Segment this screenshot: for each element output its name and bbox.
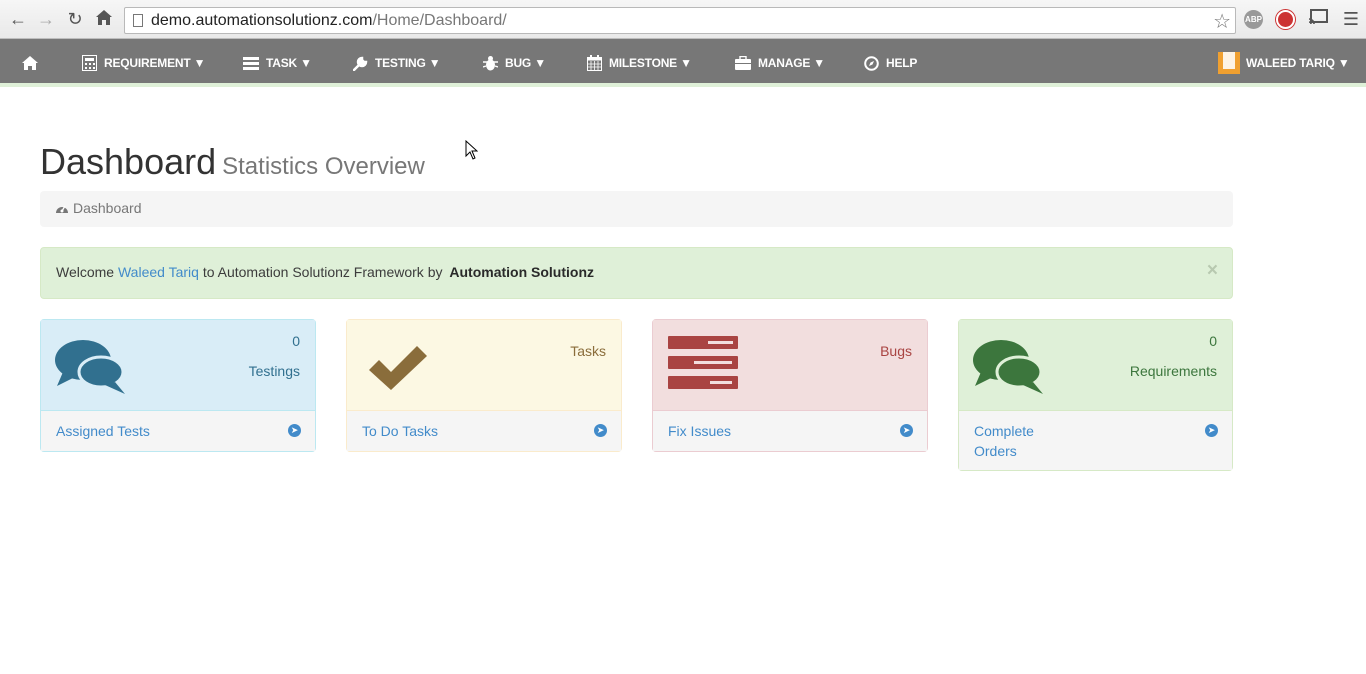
nav-help-label: HELP [886, 56, 918, 70]
nav-requirement-label: REQUIREMENT ▼ [104, 56, 206, 70]
fix-issues-link[interactable]: Fix Issues [668, 423, 731, 439]
testings-count: 0 [292, 333, 300, 349]
home-icon[interactable] [94, 9, 114, 29]
nav-manage-label: MANAGE ▼ [758, 56, 825, 70]
nav-testing-label: TESTING ▼ [375, 56, 441, 70]
list-icon [243, 56, 259, 70]
breadcrumb-item-dashboard[interactable]: Dashboard [73, 200, 142, 216]
adblock-icon[interactable]: ABP [1244, 10, 1263, 29]
nav-manage[interactable]: MANAGE ▼ [735, 39, 825, 87]
nav-user-menu[interactable]: WALEED TARIQ ▼ [1218, 39, 1350, 87]
calendar-icon [587, 55, 602, 71]
address-url: demo.automationsolutionz.com/Home/Dashbo… [151, 12, 507, 29]
bugs-panel-footer[interactable]: Fix Issues ➤ [653, 411, 927, 451]
comments-icon [55, 340, 125, 394]
bugs-panel-heading: Bugs [653, 320, 927, 411]
requirements-label: Requirements [1129, 363, 1217, 379]
stop-extension-icon[interactable] [1276, 10, 1295, 29]
alert-middle: to Automation Solutionz Framework by [202, 264, 443, 280]
assigned-tests-link[interactable]: Assigned Tests [56, 423, 150, 439]
complete-orders-link[interactable]: Complete Orders [974, 423, 1034, 459]
bugs-panel: Bugs Fix Issues ➤ [652, 319, 928, 452]
requirements-panel-footer[interactable]: Complete Orders ➤ [959, 411, 1232, 470]
alert-close-button[interactable]: × [1207, 260, 1218, 282]
user-name: WALEED TARIQ ▼ [1246, 56, 1350, 70]
arrow-circle-right-icon[interactable]: ➤ [594, 424, 607, 437]
forward-arrow-icon[interactable]: → [36, 9, 56, 29]
page-subtitle: Statistics Overview [222, 153, 425, 180]
calculator-icon [82, 55, 97, 71]
tasks-icon [668, 336, 738, 389]
nav-testing[interactable]: TESTING ▼ [353, 39, 441, 87]
nav-task-label: TASK ▼ [266, 56, 312, 70]
arrow-circle-right-icon[interactable]: ➤ [1205, 424, 1218, 437]
nav-requirement[interactable]: REQUIREMENT ▼ [82, 39, 205, 87]
complete-orders-line2: Orders [974, 443, 1017, 459]
page-title: Dashboard Statistics Overview [40, 141, 425, 183]
avatar [1218, 52, 1240, 74]
testings-panel: 0 Testings Assigned Tests ➤ [40, 319, 316, 452]
nav-help[interactable]: HELP [864, 39, 917, 87]
address-bar[interactable]: demo.automationsolutionz.com/Home/Dashbo… [124, 7, 1236, 34]
nav-milestone-label: MILESTONE ▼ [609, 56, 692, 70]
nav-bug-label: BUG ▼ [505, 56, 546, 70]
compass-icon [864, 55, 879, 71]
tasks-label: Tasks [570, 343, 606, 359]
wrench-icon [353, 56, 368, 71]
menu-icon[interactable]: ☰ [1341, 9, 1361, 29]
nav-bug[interactable]: BUG ▼ [483, 39, 546, 87]
welcome-alert: Welcome Waleed Tariq to Automation Solut… [40, 247, 1233, 299]
check-icon [369, 346, 427, 390]
bookmark-star-icon[interactable]: ☆ [1213, 9, 1231, 34]
comments-icon [973, 340, 1043, 394]
page-icon [133, 14, 143, 27]
briefcase-icon [735, 56, 751, 70]
cast-icon[interactable] [1308, 9, 1328, 29]
requirements-panel-heading: 0 Requirements [959, 320, 1232, 411]
dashboard-gauge-icon [56, 205, 68, 213]
tasks-panel-heading: Tasks [347, 320, 621, 411]
testings-panel-footer[interactable]: Assigned Tests ➤ [41, 411, 315, 451]
bugs-label: Bugs [880, 343, 912, 359]
tasks-panel-footer[interactable]: To Do Tasks ➤ [347, 411, 621, 451]
tasks-panel: Tasks To Do Tasks ➤ [346, 319, 622, 452]
arrow-circle-right-icon[interactable]: ➤ [288, 424, 301, 437]
testings-panel-heading: 0 Testings [41, 320, 315, 411]
nav-task[interactable]: TASK ▼ [243, 39, 312, 87]
requirements-panel: 0 Requirements Complete Orders ➤ [958, 319, 1233, 471]
arrow-circle-right-icon[interactable]: ➤ [900, 424, 913, 437]
alert-brand: Automation Solutionz [449, 264, 595, 280]
home-icon [22, 56, 38, 70]
nav-home[interactable] [22, 39, 38, 87]
testings-label: Testings [248, 363, 300, 379]
bug-icon [483, 56, 498, 71]
user-profile-link[interactable]: Waleed Tariq [118, 264, 199, 280]
breadcrumb: Dashboard [40, 191, 1233, 227]
browser-toolbar: ← → ↻ demo.automationsolutionz.com/Home/… [0, 0, 1366, 39]
alert-prefix: Welcome [56, 264, 115, 280]
complete-orders-line1: Complete [974, 423, 1034, 439]
reload-icon[interactable]: ↻ [65, 9, 85, 29]
nav-milestone[interactable]: MILESTONE ▼ [587, 39, 692, 87]
main-navbar: REQUIREMENT ▼ TASK ▼ TESTING ▼ BUG ▼ MIL… [0, 39, 1366, 87]
to-do-tasks-link[interactable]: To Do Tasks [362, 423, 438, 439]
requirements-count: 0 [1209, 333, 1217, 349]
back-arrow-icon[interactable]: ← [8, 9, 28, 29]
page-title-text: Dashboard [40, 141, 217, 182]
mouse-cursor-icon [465, 140, 478, 160]
